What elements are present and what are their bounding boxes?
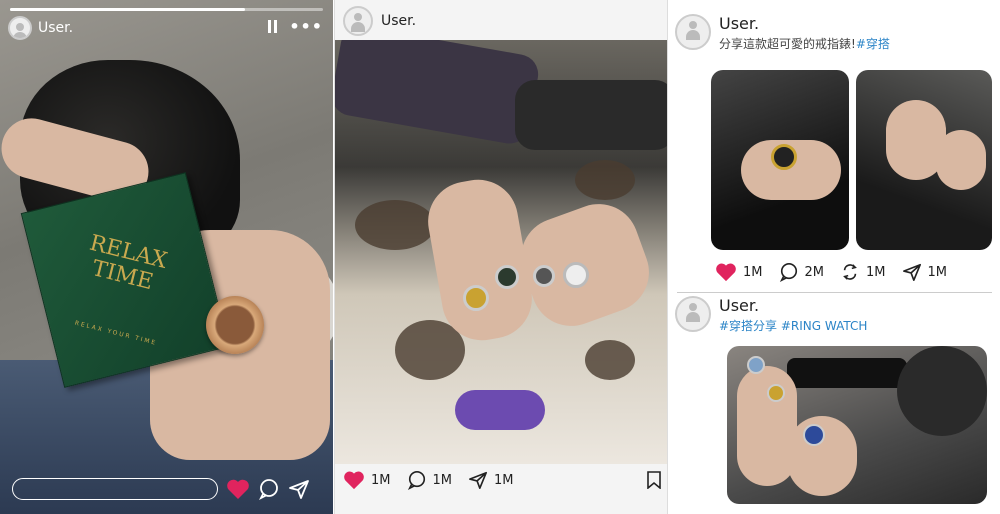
pattern-spot (355, 200, 435, 250)
username[interactable]: User. (719, 14, 890, 33)
card-actions: 1M 2M 1M 1M (715, 262, 957, 282)
post-thumbnail[interactable] (727, 346, 987, 504)
avatar[interactable] (8, 16, 32, 40)
post-thumbnail[interactable] (856, 70, 992, 250)
avatar[interactable] (343, 6, 373, 36)
post-header: User. (343, 6, 416, 36)
share-count: 1M (927, 264, 948, 280)
ring-watch-image (463, 285, 489, 311)
box-subtitle: RELAX YOUR TIME (74, 319, 158, 347)
send-icon[interactable] (468, 470, 488, 490)
comment-icon[interactable] (407, 470, 427, 490)
sleeve-shape (335, 40, 542, 147)
story-controls: ••• (268, 18, 323, 34)
ring-watch-image (803, 424, 825, 446)
send-icon[interactable] (902, 262, 922, 282)
comment-count: 2M (804, 264, 825, 280)
comment-icon[interactable] (258, 478, 280, 500)
username[interactable]: User. (381, 13, 416, 29)
story-progress-fill (10, 8, 245, 11)
box-title: RELAX TIME (87, 230, 170, 296)
ring-watch-image (533, 265, 555, 287)
avatar[interactable] (675, 14, 711, 50)
post-photo[interactable] (335, 40, 667, 464)
feed-card: User. 分享這款超可愛的戒指錶!#穿搭 1M 2M 1M 1M (669, 0, 1000, 292)
comment-count: 1M (432, 472, 453, 488)
comment-icon[interactable] (779, 262, 799, 282)
hair-shape (515, 80, 667, 150)
repost-icon[interactable] (840, 262, 860, 282)
post-thumbnail[interactable] (711, 70, 849, 250)
hashtags[interactable]: #穿搭分享 #RING WATCH (719, 317, 867, 334)
feed-panel: User. 分享這款超可愛的戒指錶!#穿搭 1M 2M 1M 1M User. … (669, 0, 1000, 514)
username[interactable]: User. (719, 296, 867, 315)
story-progress-bar (10, 8, 323, 11)
bookmark-icon[interactable] (647, 471, 661, 489)
hand-image (936, 130, 986, 190)
story-footer (12, 478, 322, 500)
sunglasses-image (787, 358, 907, 388)
ring-watch-image (206, 296, 264, 354)
story-panel: RELAX TIME RELAX YOUR TIME User. ••• (0, 0, 333, 514)
like-count: 1M (371, 472, 391, 488)
ring-watch-image (563, 262, 589, 288)
username[interactable]: User. (38, 20, 73, 36)
ring-watch-image (767, 384, 785, 402)
like-count: 1M (743, 264, 763, 280)
heart-icon[interactable] (343, 470, 365, 490)
story-header: User. (8, 16, 73, 40)
ring-watch-image (747, 356, 765, 374)
ring-watch-image (495, 265, 519, 289)
avatar[interactable] (675, 296, 711, 332)
pause-icon[interactable] (268, 20, 278, 33)
share-count: 1M (494, 472, 514, 488)
shoe-image (455, 390, 545, 430)
repost-count: 1M (866, 264, 886, 280)
card-header: User. 分享這款超可愛的戒指錶!#穿搭 (675, 14, 890, 52)
post-panel: User. 1M 1M 1M (334, 0, 668, 514)
caption-text: 分享這款超可愛的戒指錶! (719, 37, 856, 51)
pattern-spot (575, 160, 635, 200)
pattern-spot (585, 340, 635, 380)
card-header: User. #穿搭分享 #RING WATCH (675, 296, 867, 334)
hashtag[interactable]: #穿搭 (856, 37, 890, 51)
caption: 分享這款超可愛的戒指錶!#穿搭 (719, 35, 890, 52)
beanie-image (897, 346, 987, 436)
heart-icon[interactable] (715, 262, 737, 282)
heart-icon[interactable] (226, 478, 250, 500)
reply-input[interactable] (12, 478, 218, 500)
ring-watch-image (771, 144, 797, 170)
post-actions: 1M 1M 1M (343, 470, 661, 490)
send-icon[interactable] (288, 478, 310, 500)
more-icon[interactable]: ••• (289, 18, 323, 34)
